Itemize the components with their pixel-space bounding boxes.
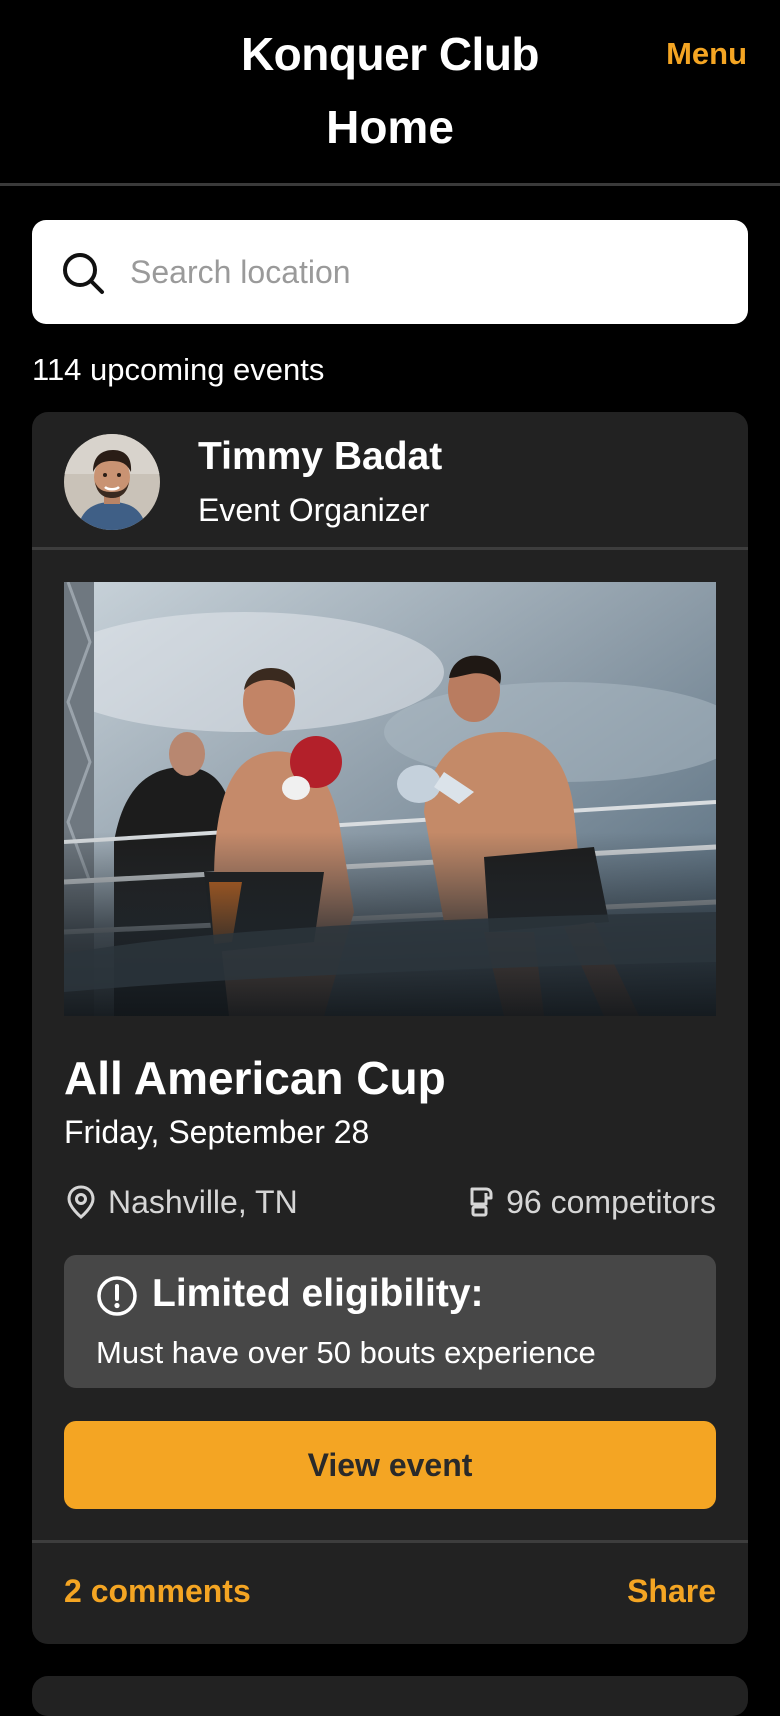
avatar[interactable] [64,434,160,530]
event-card: Timmy Badat Event Organizer All American… [32,412,748,1644]
view-event-button[interactable]: View event [64,1421,716,1509]
location-pin-icon [67,1185,95,1219]
event-date: Friday, September 28 [64,1114,370,1150]
organizer-header: Timmy Badat Event Organizer [32,412,748,550]
comments-link[interactable]: 2 comments [64,1573,251,1610]
event-location: Nashville, TN [108,1184,298,1220]
search-bar[interactable] [32,220,748,324]
notice-title: Limited eligibility: [152,1272,484,1315]
card-footer: 2 comments Share [32,1540,748,1644]
eligibility-notice: Limited eligibility: Must have over 50 b… [64,1255,716,1388]
page-title: Home [326,101,454,153]
app-header: Konquer Club Home Menu [0,0,780,186]
share-button[interactable]: Share [627,1573,716,1610]
competitors-count: 96 competitors [506,1184,716,1220]
notice-text: Must have over 50 bouts experience [96,1335,596,1370]
boxing-glove-icon [470,1187,493,1217]
competitors-info: 96 competitors [468,1182,716,1222]
app-title: Konquer Club [240,28,540,80]
organizer-role: Event Organizer [198,492,430,528]
search-input[interactable] [128,242,720,302]
search-icon [63,253,104,294]
menu-button[interactable]: Menu [666,36,747,72]
next-event-card [32,1676,748,1716]
alert-circle-icon [97,1276,137,1316]
event-image[interactable] [64,582,716,1016]
event-title: All American Cup [64,1052,446,1104]
organizer-name[interactable]: Timmy Badat [198,434,442,480]
events-count: 114 upcoming events [32,352,325,387]
